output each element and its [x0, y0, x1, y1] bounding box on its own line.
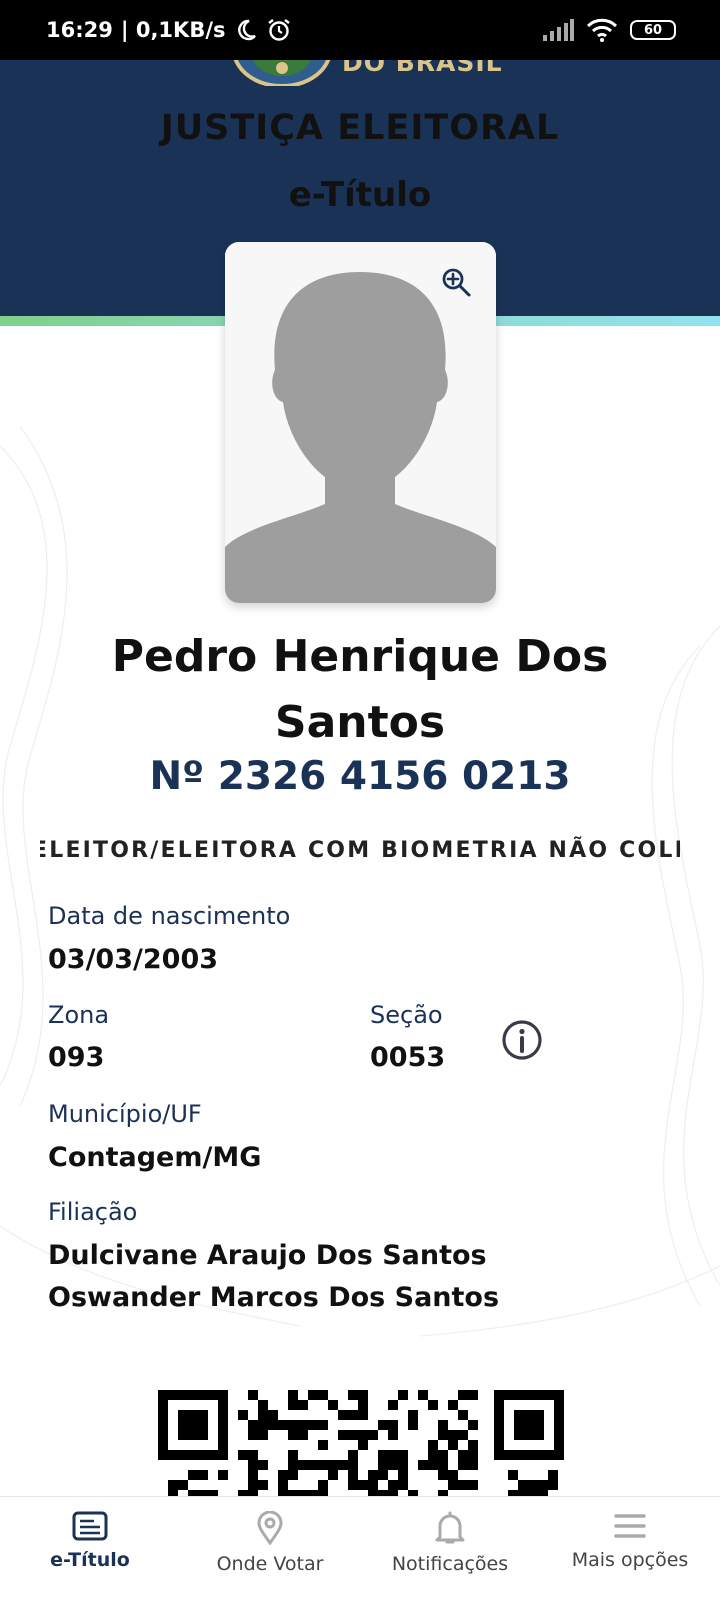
parent-1-name: Dulcivane Araujo Dos Santos — [48, 1240, 487, 1271]
voter-photo[interactable] — [225, 242, 496, 603]
zoom-in-icon[interactable] — [440, 266, 472, 298]
battery-icon: 60 — [630, 20, 676, 40]
signal-icon — [543, 19, 574, 41]
parents-label: Filiação — [48, 1198, 138, 1226]
nav-item-e-titulo[interactable]: e-Título — [0, 1497, 180, 1600]
nav-label: Notificações — [391, 1553, 509, 1575]
alarm-icon — [267, 19, 290, 41]
nav-label: Onde Votar — [216, 1553, 324, 1575]
birth-date-label: Data de nascimento — [48, 902, 291, 930]
section-label: Seção — [370, 1001, 443, 1029]
qr-code — [158, 1390, 564, 1496]
nav-item-onde-votar[interactable]: Onde Votar — [180, 1497, 360, 1600]
city-value: Contagem/MG — [48, 1142, 262, 1173]
zone-value: 093 — [48, 1042, 105, 1073]
bell-icon — [435, 1511, 465, 1544]
voter-name: Pedro Henrique Dos Santos — [111, 631, 609, 748]
zone-label: Zona — [48, 1001, 110, 1029]
battery-level: 60 — [643, 22, 663, 38]
card-icon — [72, 1511, 108, 1541]
parent-2-name: Oswander Marcos Dos Santos — [48, 1282, 500, 1313]
status-time: 16:29 — [46, 18, 113, 42]
status-left: 16:29 | 0,1KB/s — [46, 17, 292, 43]
emblem-icon — [232, 60, 332, 86]
section-value: 0053 — [370, 1042, 446, 1073]
agency-title: JUSTIÇA ELEITORAL — [160, 108, 560, 148]
info-icon[interactable] — [500, 1018, 544, 1062]
nav-label: e-Título — [50, 1549, 130, 1571]
biometric-status-text: ELEITOR/ELEITORA COM BIOMETRIA NÃO COLET… — [40, 837, 680, 863]
biometric-status: ELEITOR/ELEITORA COM BIOMETRIA NÃO COLET… — [40, 834, 680, 866]
city-label: Município/UF — [48, 1100, 202, 1128]
wifi-icon — [586, 18, 618, 42]
nav-label: Mais opções — [571, 1549, 689, 1571]
voter-number: Nº 2326 4156 0213 — [149, 754, 571, 799]
status-right: 60 — [542, 18, 676, 42]
nav-item-notificacoes[interactable]: Notificações — [360, 1497, 540, 1600]
page-title: e-Título — [288, 175, 432, 215]
status-speed: | 0,1KB/s — [120, 18, 226, 42]
nav-item-mais-opcoes[interactable]: Mais opções — [540, 1497, 720, 1600]
menu-icon — [614, 1514, 646, 1538]
birth-date-value: 03/03/2003 — [48, 944, 219, 975]
moon-icon — [237, 19, 256, 41]
location-pin-icon — [257, 1511, 283, 1545]
bottom-navigation: e-Título Onde Votar Notificações Mais op… — [0, 1496, 720, 1600]
status-bar: 16:29 | 0,1KB/s 60 — [0, 0, 720, 60]
